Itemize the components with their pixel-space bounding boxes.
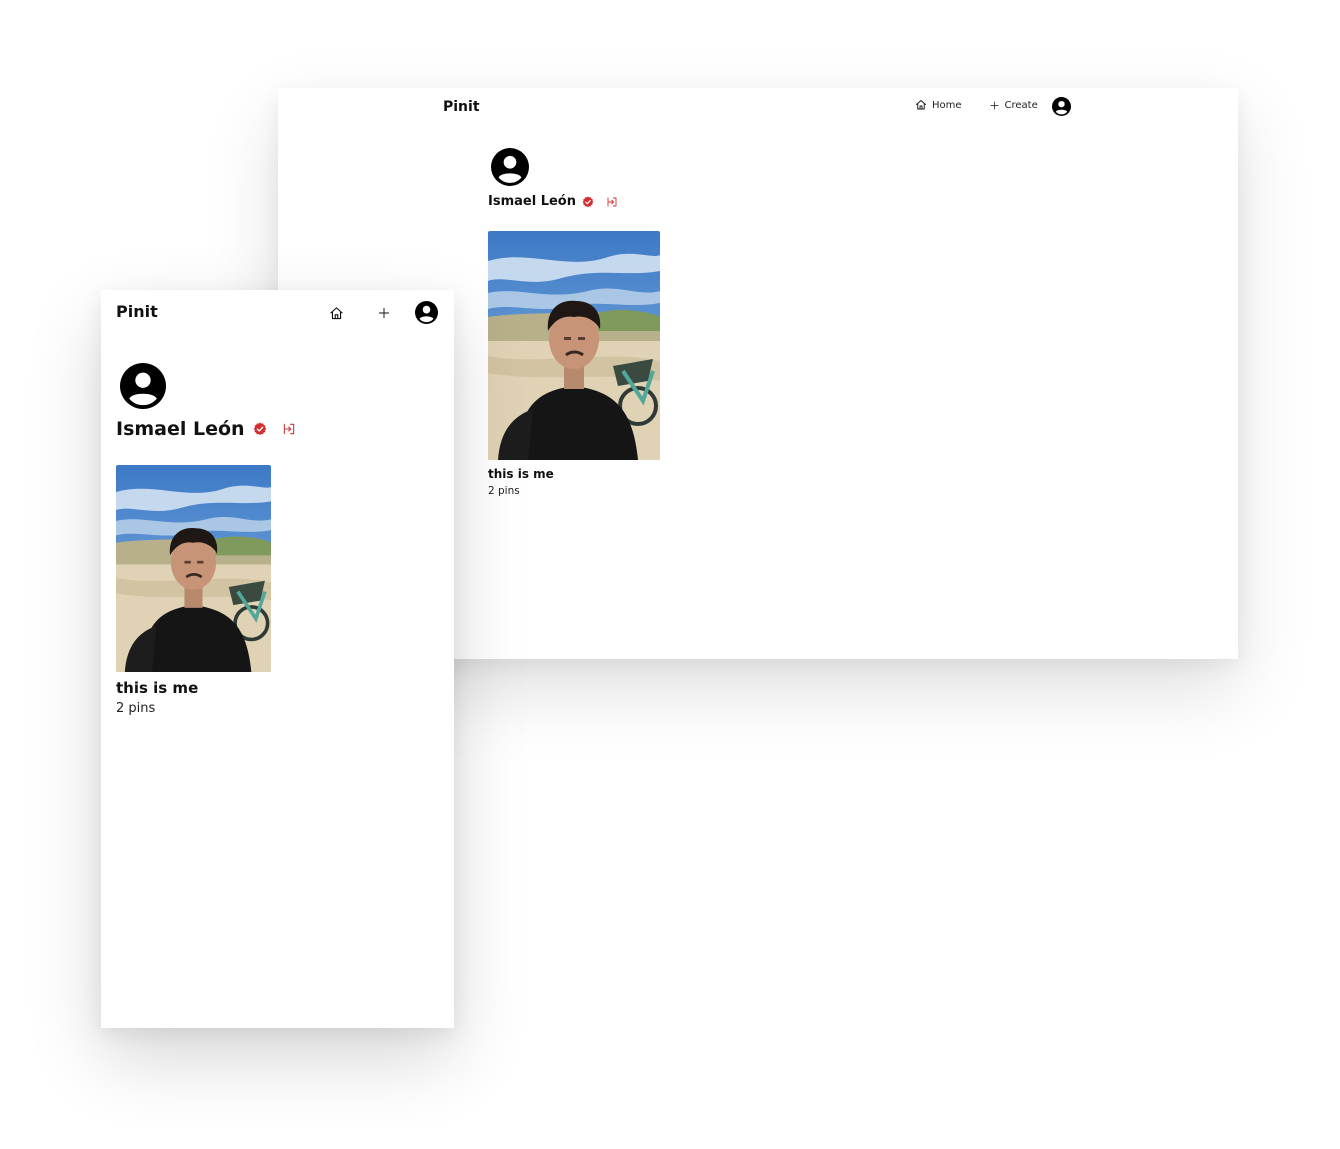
- board-cover-photo: [116, 465, 271, 672]
- user-avatar-icon: [415, 301, 438, 324]
- logout-button[interactable]: [606, 196, 618, 208]
- board-cover-photo: [488, 231, 660, 460]
- profile-header: Ismael León: [116, 418, 296, 440]
- mobile-window: Pinit Ismael León this is me 2 pins: [101, 290, 454, 1028]
- account-button[interactable]: [415, 301, 438, 324]
- account-button[interactable]: [1052, 97, 1071, 116]
- profile-header: Ismael León: [488, 194, 618, 209]
- logout-icon: [606, 196, 618, 208]
- board-cover-image[interactable]: [488, 231, 660, 460]
- home-icon: [915, 99, 927, 111]
- logout-icon: [282, 422, 296, 436]
- profile-avatar: [491, 148, 529, 186]
- nav-home-button[interactable]: [328, 305, 344, 321]
- logout-button[interactable]: [282, 422, 296, 436]
- top-nav: Home Create: [915, 99, 1038, 111]
- profile-name: Ismael León: [116, 418, 245, 440]
- board-title: this is me: [488, 467, 554, 481]
- board-pin-count: 2 pins: [488, 485, 520, 497]
- nav-create-link[interactable]: Create: [989, 100, 1038, 111]
- plus-icon: [989, 100, 1000, 111]
- nav-home-link[interactable]: Home: [915, 99, 962, 111]
- brand-logo[interactable]: Pinit: [443, 98, 480, 116]
- user-avatar-icon: [120, 363, 166, 409]
- user-avatar-icon: [1052, 97, 1071, 116]
- verified-badge-icon: [582, 196, 594, 208]
- board-card[interactable]: this is me 2 pins: [488, 231, 660, 497]
- nav-create-label: Create: [1004, 99, 1038, 111]
- verified-badge-icon: [253, 422, 267, 436]
- board-cover-image[interactable]: [116, 465, 271, 672]
- profile-avatar: [120, 363, 166, 409]
- board-pin-count: 2 pins: [116, 701, 156, 716]
- home-icon: [329, 306, 344, 321]
- user-avatar-icon: [491, 148, 529, 186]
- plus-icon: [377, 306, 391, 320]
- board-title: this is me: [116, 679, 199, 697]
- brand-logo[interactable]: Pinit: [116, 302, 158, 322]
- nav-home-label: Home: [932, 99, 962, 111]
- board-card[interactable]: this is me 2 pins: [116, 465, 271, 716]
- profile-name: Ismael León: [488, 194, 576, 209]
- nav-create-button[interactable]: [376, 305, 391, 320]
